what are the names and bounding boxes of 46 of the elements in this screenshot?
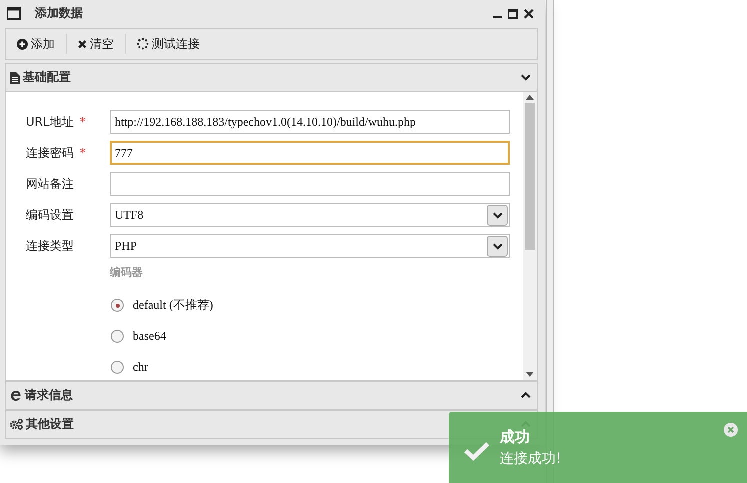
- section-title: 请求信息: [25, 387, 73, 404]
- field-label: URL地址: [26, 114, 74, 128]
- toolbar-button[interactable]: 清空: [73, 32, 119, 56]
- scroll-up-icon[interactable]: [526, 95, 534, 100]
- document-icon: [10, 72, 20, 84]
- toolbar-button[interactable]: 测试连接: [132, 32, 205, 56]
- section-title: 其他设置: [26, 416, 74, 433]
- plus-circle-icon: [17, 38, 28, 50]
- section-header[interactable]: 基础配置: [5, 63, 538, 92]
- gears-icon: [10, 419, 23, 430]
- required-mark: *: [80, 146, 86, 160]
- close-icon[interactable]: [524, 8, 534, 18]
- select-field[interactable]: PHP: [110, 234, 510, 258]
- group-label: 编码器: [110, 265, 144, 280]
- radio-label: chr: [133, 360, 148, 375]
- browser-e-icon: [10, 390, 22, 402]
- radio-button[interactable]: [111, 330, 124, 343]
- field-label: 编码设置: [26, 208, 74, 222]
- toolbar-button[interactable]: 添加: [12, 32, 60, 56]
- checkmark-icon: [464, 440, 490, 460]
- required-mark: *: [80, 114, 86, 128]
- window-icon: [7, 7, 21, 20]
- field-label: 连接类型: [26, 238, 74, 252]
- scroll-down-icon[interactable]: [526, 372, 534, 377]
- field-label: 网站备注: [26, 176, 74, 190]
- radio-label: base64: [133, 329, 166, 344]
- spinner-icon: [137, 38, 149, 50]
- radio-button[interactable]: [111, 361, 124, 374]
- cross-icon: [78, 40, 87, 48]
- dropdown-button[interactable]: [487, 236, 508, 256]
- input-field[interactable]: 777: [110, 141, 510, 165]
- input-field[interactable]: http://192.168.188.183/typechov1.0(14.10.10)/build/wuhu.php: [110, 110, 510, 134]
- chevron-down-icon: [492, 242, 502, 250]
- scrollbar[interactable]: [523, 92, 537, 380]
- field-label: 连接密码: [26, 146, 74, 160]
- maximize-icon[interactable]: [508, 8, 518, 18]
- input-field[interactable]: [110, 172, 510, 196]
- toast-message: 连接成功!: [500, 450, 562, 468]
- dropdown-button[interactable]: [487, 204, 508, 226]
- section-title: 基础配置: [23, 69, 71, 86]
- radio-button[interactable]: [111, 299, 124, 312]
- radio-label: default (不推荐): [133, 297, 214, 314]
- window-title: 添加数据: [35, 5, 83, 22]
- section-header[interactable]: 请求信息: [5, 381, 538, 410]
- select-field[interactable]: UTF8: [110, 203, 510, 227]
- chevron-down-icon: [492, 212, 502, 218]
